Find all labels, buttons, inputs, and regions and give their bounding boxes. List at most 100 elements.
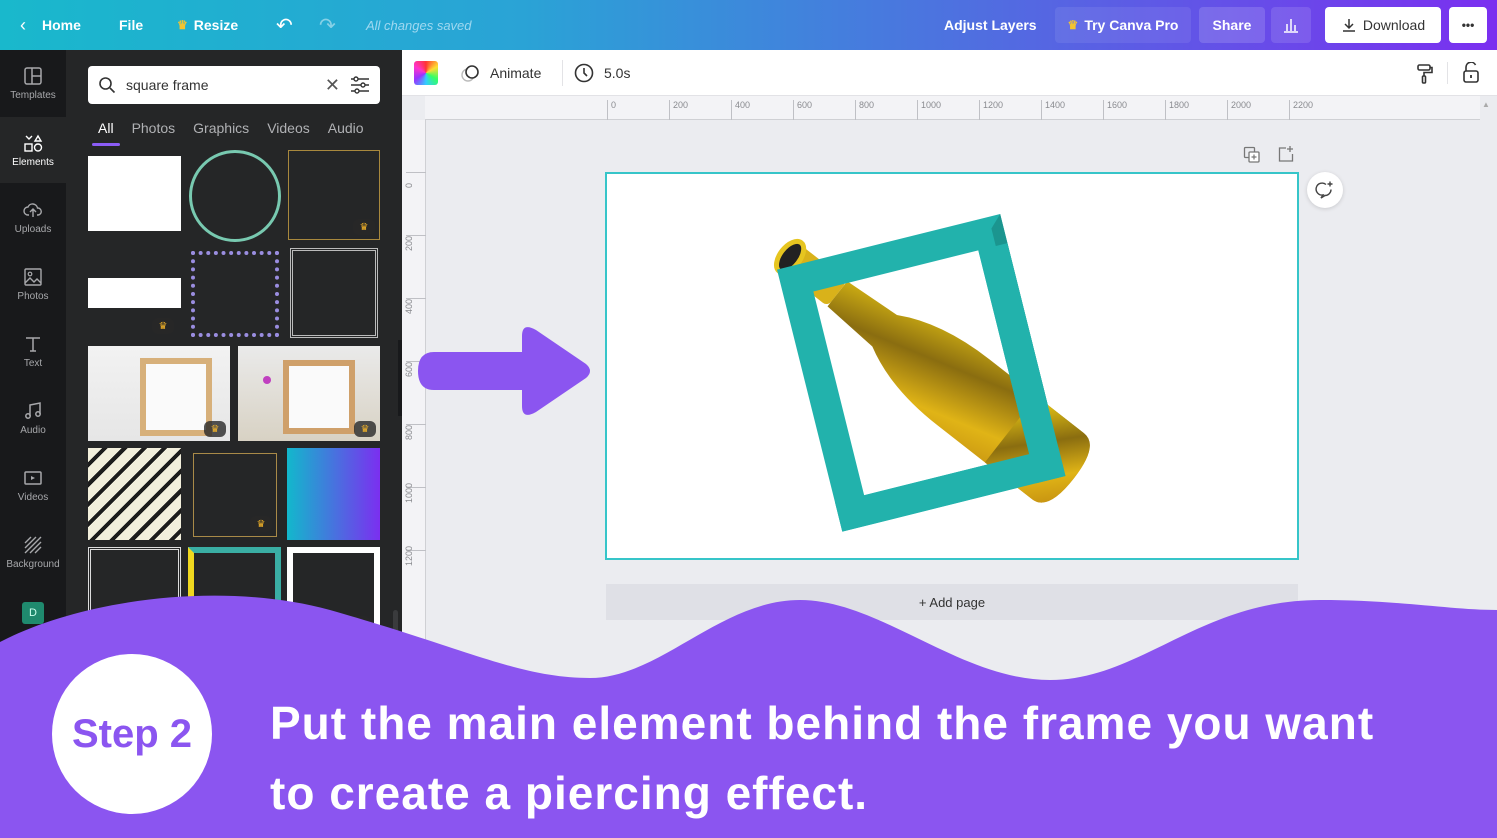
animate-icon bbox=[461, 65, 479, 82]
resize-button[interactable]: ♛ Resize bbox=[177, 0, 238, 50]
ruler-label: 600 bbox=[404, 361, 414, 377]
search-icon bbox=[99, 77, 116, 94]
duration-button[interactable]: 5.0s bbox=[574, 50, 630, 96]
nav-audio[interactable]: Audio bbox=[0, 385, 66, 451]
divider bbox=[562, 60, 563, 86]
elements-icon bbox=[24, 134, 43, 152]
ruler-label: 0 bbox=[404, 182, 414, 188]
ruler-label: 1600 bbox=[1107, 100, 1128, 110]
add-comment-button[interactable] bbox=[1307, 172, 1343, 208]
nav-photos[interactable]: Photos bbox=[0, 251, 66, 317]
chevron-left-icon: ‹ bbox=[20, 14, 26, 35]
ruler-label: 200 bbox=[673, 100, 689, 110]
home-button[interactable]: ‹ Home bbox=[20, 0, 81, 50]
nav-templates[interactable]: Templates bbox=[0, 50, 66, 116]
duplicate-page-icon[interactable] bbox=[1243, 146, 1261, 164]
search-input[interactable]: square frame ✕ bbox=[88, 66, 380, 104]
clear-icon[interactable]: ✕ bbox=[325, 75, 340, 96]
paint-roller-icon[interactable] bbox=[1416, 63, 1434, 85]
ruler-label: 1800 bbox=[1169, 100, 1190, 110]
design-page[interactable] bbox=[605, 172, 1299, 560]
caption-line-1: Put the main element behind the frame yo… bbox=[270, 697, 1375, 749]
pro-crown-icon: ♛ bbox=[250, 516, 272, 532]
redo-icon[interactable]: ↷ bbox=[319, 0, 336, 50]
scroll-up-arrow[interactable]: ▲ bbox=[1482, 100, 1490, 109]
result-wooden-frame-photo-1[interactable]: ♛ bbox=[88, 346, 230, 441]
step-badge: Step 2 bbox=[52, 654, 212, 814]
tab-all[interactable]: All bbox=[92, 114, 119, 146]
bottle-frame-artwork bbox=[773, 213, 1090, 532]
tab-audio[interactable]: Audio bbox=[328, 114, 364, 146]
result-white-torn-paper[interactable] bbox=[88, 156, 181, 231]
color-picker-button[interactable] bbox=[414, 61, 438, 85]
result-photo-partial[interactable] bbox=[287, 650, 380, 680]
ruler-label: 400 bbox=[404, 298, 414, 314]
result-gold-line-frame[interactable]: ♛ bbox=[288, 150, 380, 240]
file-menu[interactable]: File bbox=[119, 0, 143, 50]
panel-tabs: All Photos Graphics Videos Audio bbox=[88, 114, 364, 146]
nav-text[interactable]: Text bbox=[0, 318, 66, 384]
result-vintage-white-frame[interactable] bbox=[88, 547, 181, 647]
pro-crown-icon: ♛ bbox=[249, 616, 271, 632]
nav-videos[interactable]: Videos bbox=[0, 452, 66, 518]
pro-crown-icon: ♛ bbox=[354, 421, 376, 437]
crown-icon: ♛ bbox=[1067, 18, 1079, 32]
add-page-button[interactable]: + Add page bbox=[606, 584, 1298, 620]
canva-editor-tutorial: ‹ Home File ♛ Resize ↶ ↷ All changes sav… bbox=[0, 0, 1497, 838]
result-white-bold-frame[interactable]: ♛ bbox=[287, 547, 380, 642]
ruler-label: 600 bbox=[797, 100, 813, 110]
more-options-button[interactable]: ••• bbox=[1449, 7, 1487, 43]
tab-videos[interactable]: Videos bbox=[267, 114, 310, 146]
ruler-major-tick bbox=[917, 100, 918, 120]
result-ornate-gold-frame[interactable]: ♛ bbox=[193, 453, 277, 537]
video-icon bbox=[24, 470, 42, 485]
result-brush-stroke[interactable] bbox=[88, 278, 181, 308]
save-status: All changes saved bbox=[366, 17, 472, 33]
adjust-layers-label[interactable]: Adjust Layers bbox=[944, 0, 1037, 50]
result-yellow-teal-frame[interactable]: ♛ bbox=[188, 547, 281, 642]
ruler-major-tick bbox=[1227, 100, 1228, 120]
ruler-major-tick bbox=[1165, 100, 1166, 120]
result-circle-frame[interactable] bbox=[189, 150, 281, 242]
animate-button[interactable]: Animate bbox=[460, 50, 541, 96]
tab-graphics[interactable]: Graphics bbox=[193, 114, 249, 146]
brand-app-icon[interactable]: D bbox=[22, 602, 44, 624]
ruler-major-tick bbox=[793, 100, 794, 120]
pro-crown-icon: ♛ bbox=[353, 219, 375, 235]
ruler-label: 800 bbox=[859, 100, 875, 110]
pro-crown-icon: ♛ bbox=[348, 616, 370, 632]
ruler-label: 1000 bbox=[404, 482, 414, 503]
ruler-label: 1000 bbox=[921, 100, 942, 110]
ruler-label: 800 bbox=[404, 424, 414, 440]
ruler-major-tick bbox=[1289, 100, 1290, 120]
photos-icon bbox=[24, 267, 42, 286]
nav-uploads[interactable]: Uploads bbox=[0, 184, 66, 250]
panel-scrollbar[interactable] bbox=[393, 610, 398, 650]
nav-elements[interactable]: Elements bbox=[0, 117, 66, 183]
try-canva-pro-button[interactable]: ♛ Try Canva Pro bbox=[1055, 7, 1191, 43]
download-button[interactable]: Download bbox=[1325, 7, 1441, 43]
divider bbox=[1447, 62, 1448, 84]
result-gradient-square[interactable] bbox=[287, 448, 380, 540]
ruler-label: 2000 bbox=[1231, 100, 1252, 110]
caption-line-2: to create a piercing effect. bbox=[270, 767, 869, 819]
unlock-icon[interactable] bbox=[1462, 62, 1480, 84]
insights-button[interactable] bbox=[1271, 7, 1311, 43]
bar-chart-icon bbox=[1284, 19, 1298, 33]
result-floral-square-frame[interactable] bbox=[191, 251, 279, 337]
clock-icon bbox=[574, 63, 594, 83]
share-button[interactable]: Share bbox=[1199, 7, 1265, 43]
nav-background[interactable]: Background bbox=[0, 519, 66, 585]
add-page-icon[interactable] bbox=[1277, 145, 1295, 163]
ruler-major-tick bbox=[1103, 100, 1104, 120]
comment-plus-icon bbox=[1315, 181, 1333, 199]
result-double-line-frame[interactable] bbox=[290, 248, 378, 338]
result-wooden-frame-photo-2[interactable]: ♛ bbox=[238, 346, 380, 441]
tab-photos[interactable]: Photos bbox=[132, 114, 176, 146]
filter-sliders-icon[interactable] bbox=[350, 76, 370, 94]
ruler-major-tick bbox=[979, 100, 980, 120]
ruler-major-tick bbox=[607, 100, 608, 120]
undo-icon[interactable]: ↶ bbox=[276, 0, 293, 50]
horizontal-ruler: 0 200 400 600 800 1000 1200 1400 1600 1800 2000 220… bbox=[425, 96, 1480, 120]
result-diagonal-stripes[interactable] bbox=[88, 448, 181, 540]
